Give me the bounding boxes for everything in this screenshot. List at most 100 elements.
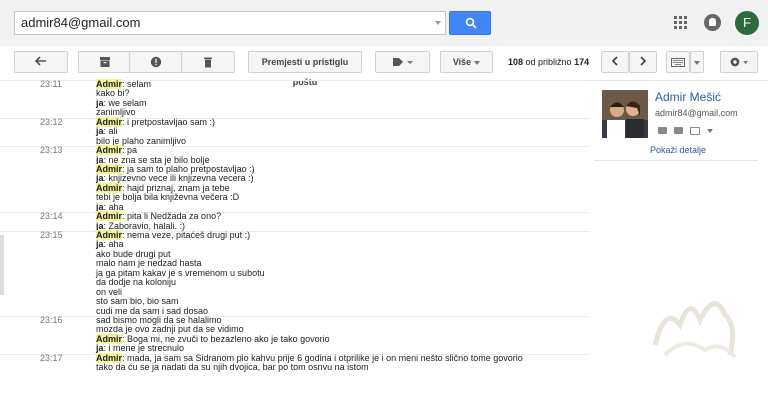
next-button[interactable]: [629, 51, 657, 73]
chat-line: cudi me da sam i sad dosao: [0, 306, 590, 316]
chat-line: malo nam je nedzad hasta: [0, 259, 590, 268]
chat-speaker: ja: [96, 154, 104, 165]
chat-line: 23:14 Admir: pita li Nedžada za ono?: [0, 211, 590, 222]
keyboard-icon: [671, 58, 685, 67]
chat-timestamp: 23:17: [40, 352, 63, 363]
chat-line: da dodje na koloniju: [0, 277, 590, 287]
chat-line: ja: aha: [0, 240, 590, 249]
gear-icon: [730, 57, 748, 67]
archive-icon: [100, 57, 110, 67]
chat-line: ja: knjizevno vece ili knjizevna vecera …: [0, 174, 590, 183]
report-spam-icon: [150, 56, 162, 68]
chevron-left-icon: [611, 56, 618, 66]
chat-icon[interactable]: [658, 127, 667, 134]
chat-time-divider: [0, 212, 590, 214]
move-to-inbox-button[interactable]: Premjesti u pristiglu poštu: [248, 51, 362, 87]
chat-line: ja: Zaboravio, halali. :): [0, 221, 590, 231]
label-tag-icon: [392, 58, 413, 66]
chat-message-text: : i pretpostavljao sam :): [122, 116, 216, 127]
input-tools-button[interactable]: [666, 51, 690, 73]
chat-line: on veli: [0, 287, 590, 297]
search-box[interactable]: [14, 11, 446, 35]
chat-speaker: ja: [96, 343, 104, 354]
chat-line: sto sam bio, bio sam: [0, 296, 590, 306]
contact-more-caret-icon[interactable]: [707, 129, 713, 133]
chat-line: 23:15 Admir: nema veze, pitaćeš drugi put…: [0, 230, 590, 240]
chat-line: 23:11 Admir: selam: [0, 79, 590, 89]
chat-timestamp: 23:13: [40, 145, 63, 156]
chat-line: tebi je bolja bila književna večera :D: [0, 193, 590, 202]
conversation-count: 108 od približno 174: [508, 57, 589, 67]
search-button[interactable]: [449, 11, 491, 35]
chat-speaker: ja: [96, 173, 104, 184]
trash-icon: [204, 57, 212, 68]
input-tools-caret-icon: [694, 60, 700, 65]
top-bar: F: [0, 0, 768, 47]
contact-actions: [658, 127, 718, 137]
chat-line: Admir: Boga mi, ne zvuči to bezazleno ak…: [0, 333, 590, 344]
chat-timestamp: 23:12: [40, 116, 63, 127]
count-total: 174: [574, 57, 590, 67]
chat-line: kako bi?: [0, 89, 590, 98]
chat-time-divider: [0, 117, 590, 119]
scrollbar-left[interactable]: [0, 235, 4, 295]
chat-line: bilo je plaho zanimljivo: [0, 136, 590, 146]
chat-line: tako da ću se ja nadati da su njih dvoji…: [0, 362, 590, 373]
message-toolbar: Premjesti u pristiglu poštu Više 108 od …: [0, 46, 768, 87]
input-tools-dropdown[interactable]: [690, 51, 704, 73]
contact-photo: [602, 90, 648, 138]
chat-time-divider: [0, 231, 590, 232]
search-icon: [465, 17, 477, 29]
chat-transcript: 23:11 Admir: selam kako bi? ja: we selam zan…: [0, 79, 590, 420]
notifications-bell-icon[interactable]: [704, 14, 721, 31]
show-details-link[interactable]: Pokaži detalje: [650, 145, 706, 155]
search-options-caret-icon[interactable]: [435, 21, 441, 25]
contact-card: Admir Mešić admir84@gmail.com Pokaži det…: [596, 86, 758, 160]
more-actions-label: Više: [452, 57, 472, 67]
chat-line: Admir: ja sam to plaho pretpostavljao :): [0, 163, 590, 174]
more-caret-icon: [474, 60, 481, 65]
chat-timestamp: 23:15: [40, 230, 63, 240]
contact-name[interactable]: Admir Mešić: [655, 90, 721, 104]
chat-line: 23:13 Admir: pa: [0, 145, 590, 156]
chevron-right-icon: [640, 56, 647, 66]
chat-message: tako da ću se ja nadati da su njih dvoji…: [96, 362, 369, 373]
video-call-icon[interactable]: [674, 127, 683, 134]
more-actions-button[interactable]: Više: [440, 51, 493, 73]
chat-message-text: : nema veze, pitaćeš drugi put :): [122, 230, 251, 240]
account-avatar[interactable]: F: [735, 11, 759, 35]
chat-line: ja: ne zna se sta je bilo bolje: [0, 154, 590, 165]
chat-line: ja ga pitam kakav je s vremenom u subotu: [0, 268, 590, 278]
chat-timestamp: 23:11: [40, 79, 62, 89]
report-spam-button[interactable]: [129, 51, 183, 73]
previous-button[interactable]: [601, 51, 629, 73]
chat-timestamp: 23:16: [40, 314, 63, 325]
chat-line: 23:12 Admir: i pretpostavljao sam :): [0, 116, 590, 127]
chat-time-divider: [0, 146, 590, 148]
settings-button[interactable]: [720, 51, 758, 73]
count-current: 108: [508, 57, 524, 67]
chat-line: zanimljivo: [0, 108, 590, 117]
chat-message-text: tako da ću se ja nadati da su njih dvoji…: [96, 362, 369, 373]
labels-button[interactable]: [375, 51, 430, 73]
back-button[interactable]: [14, 51, 68, 73]
chat-line: ja: ali: [0, 126, 590, 136]
chat-line: Admir: hajd priznaj, znam ja tebe: [0, 182, 590, 193]
contact-email: admir84@gmail.com: [655, 108, 738, 118]
theme-watermark-decoration: [652, 301, 737, 359]
apps-grid-icon[interactable]: [674, 16, 688, 30]
archive-button[interactable]: [78, 51, 132, 73]
count-separator: od približno: [523, 57, 575, 67]
chat-line: 23:16 sad bismo mogli da se halalimo: [0, 314, 590, 325]
chat-line: ako bude drugi put: [0, 249, 590, 259]
chat-time-divider: [0, 315, 590, 317]
chat-timestamp: 23:14: [40, 211, 63, 222]
search-input[interactable]: [21, 15, 421, 30]
chat-line: ja: aha: [0, 202, 590, 212]
chat-time-divider: [0, 80, 590, 81]
contact-divider: [594, 160, 758, 161]
email-icon[interactable]: [690, 127, 700, 135]
chat-line: ja: we selam: [0, 98, 590, 108]
delete-button[interactable]: [181, 51, 235, 73]
back-arrow-icon: [35, 56, 46, 66]
